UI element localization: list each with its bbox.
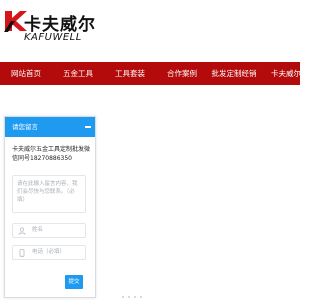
nav-item-wholesale[interactable]: 批发定制经销 [208,62,260,85]
phone-placeholder: 电话（必填） [32,249,66,255]
chat-header[interactable]: 请您留言 [5,117,95,137]
minus-icon[interactable] [85,126,91,128]
brand-name-en: KAFUWELL [24,32,82,43]
carousel-dot[interactable] [128,296,130,298]
site-header: 卡夫威尔 KAFUWELL [0,0,300,58]
message-textarea[interactable]: 请在此输入留言内容，我们会尽快与您联系。（必填） [12,175,86,213]
user-icon [18,227,26,235]
chat-widget: 请您留言 卡夫威尔五金工具定制批发微信同号18270886350 请在此输入留言… [4,116,96,298]
name-field[interactable]: 姓名 [12,223,86,238]
carousel-dot[interactable] [122,296,124,298]
message-placeholder: 请在此输入留言内容，我们会尽快与您联系。（必填） [17,181,78,203]
brand-logo[interactable]: 卡夫威尔 KAFUWELL [0,6,95,50]
chat-message: 卡夫威尔五金工具定制批发微信同号18270886350 [12,146,91,162]
chat-title: 请您留言 [12,123,38,131]
submit-button[interactable]: 提交 [65,275,83,289]
phone-icon [19,249,25,257]
main-nav: 网站首页 五金工具 工具套装 合作案例 批发定制经销 卡夫威尔 [0,62,301,85]
phone-field[interactable]: 电话（必填） [12,245,86,260]
carousel-dot[interactable] [134,296,136,298]
nav-item-tool-sets[interactable]: 工具套装 [104,62,156,85]
name-placeholder: 姓名 [32,227,44,233]
nav-item-hardware-tools[interactable]: 五金工具 [52,62,104,85]
nav-item-home[interactable]: 网站首页 [0,62,52,85]
carousel-dot[interactable] [140,296,142,298]
nav-item-cases[interactable]: 合作案例 [156,62,208,85]
nav-item-brand[interactable]: 卡夫威尔 [260,62,312,85]
